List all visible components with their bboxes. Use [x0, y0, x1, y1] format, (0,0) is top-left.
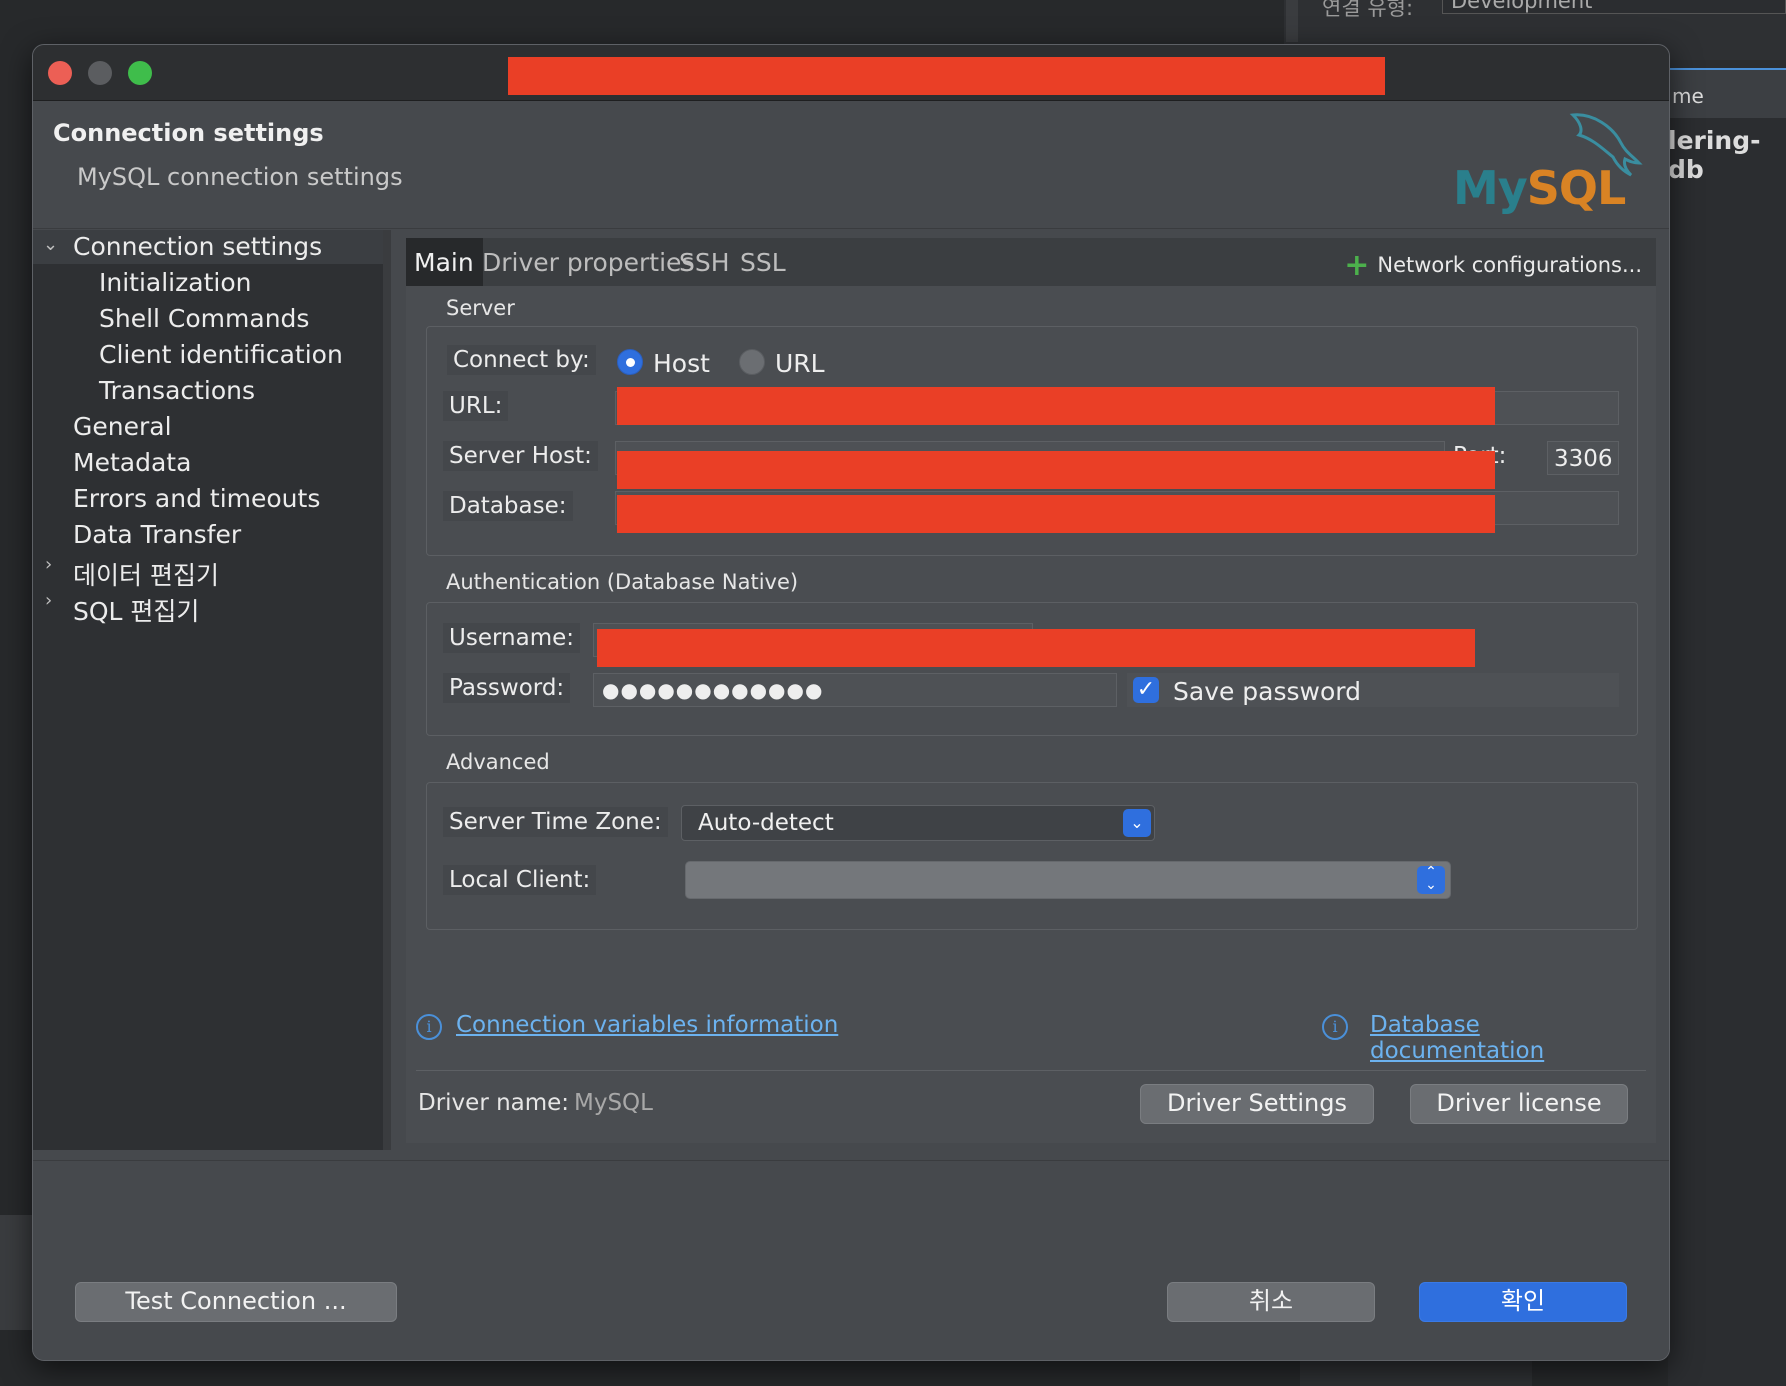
main-panel: Main Driver properties SSH SSL + Network …: [398, 230, 1669, 1150]
background-right-item: lering-db: [1668, 126, 1761, 184]
close-window-button[interactable]: [48, 61, 72, 85]
network-configurations-label: Network configurations...: [1377, 253, 1642, 277]
sidebar-item-connection-settings[interactable]: Connection settings: [73, 232, 322, 261]
sidebar-item-data-editor[interactable]: 데이터 편집기: [73, 556, 219, 592]
database-documentation-link[interactable]: Database documentation: [1370, 1012, 1656, 1064]
tab-driver-properties[interactable]: Driver properties: [482, 248, 694, 277]
ok-button[interactable]: 확인: [1419, 1282, 1627, 1322]
driver-license-button[interactable]: Driver license: [1410, 1084, 1628, 1124]
username-redacted: [597, 629, 1475, 667]
host-radio[interactable]: [617, 349, 643, 375]
main-panel-inner: Main Driver properties SSH SSL + Network …: [406, 238, 1656, 1143]
database-redacted: [617, 495, 1495, 533]
sidebar-item-shell-commands[interactable]: Shell Commands: [99, 304, 309, 333]
cancel-button[interactable]: 취소: [1167, 1282, 1375, 1322]
username-label: Username:: [443, 623, 580, 653]
url-radio[interactable]: [739, 349, 765, 375]
page-title: Connection settings: [53, 119, 324, 147]
tab-bar: Main Driver properties SSH SSL + Network …: [406, 238, 1656, 286]
save-password-label[interactable]: Save password: [1173, 677, 1361, 706]
background-env-label: 연결 유형:: [1322, 0, 1414, 20]
background-left-strip: [0, 1215, 32, 1330]
password-label: Password:: [443, 673, 571, 703]
chevron-down-icon[interactable]: ⌄: [43, 234, 58, 255]
connection-settings-dialog: Connection settings MySQL connection set…: [32, 44, 1670, 1361]
sidebar-item-general[interactable]: General: [73, 412, 172, 441]
local-client-select[interactable]: [685, 861, 1451, 899]
up-down-chevron-icon[interactable]: ⌃ ⌄: [1417, 865, 1445, 894]
connect-by-label: Connect by:: [447, 345, 596, 375]
driver-name-value: MySQL: [574, 1090, 653, 1116]
info-icon: i: [416, 1014, 442, 1040]
sidebar-item-client-identification[interactable]: Client identification: [99, 340, 343, 369]
info-icon: i: [1322, 1014, 1348, 1040]
advanced-section-label: Advanced: [446, 750, 550, 774]
mysql-logo-text: MySQL: [1453, 161, 1626, 215]
sidebar-item-errors-timeouts[interactable]: Errors and timeouts: [73, 484, 320, 513]
server-group: Connect by: Host URL URL: Server Host: P…: [426, 326, 1638, 556]
chevron-down-icon[interactable]: ⌄: [1123, 809, 1151, 837]
chevron-right-icon[interactable]: ›: [45, 590, 52, 611]
auth-group: Username: Password: ●●●●●●●●●●●● ✓ Save …: [426, 602, 1638, 736]
sidebar-item-data-transfer[interactable]: Data Transfer: [73, 520, 241, 549]
advanced-group: Server Time Zone: Auto-detect ⌄ Local Cl…: [426, 782, 1638, 930]
dialog-footer: Test Connection ... 취소 확인: [33, 1160, 1669, 1360]
background-bottom-strip: [1300, 1360, 1532, 1386]
driver-name-label: Driver name:: [418, 1090, 570, 1116]
server-host-label: Server Host:: [443, 441, 598, 471]
settings-sidebar: ⌄ Connection settings Initialization She…: [33, 230, 391, 1150]
sidebar-item-sql-editor[interactable]: SQL 편집기: [73, 592, 199, 628]
driver-settings-button[interactable]: Driver Settings: [1140, 1084, 1374, 1124]
chevron-right-icon[interactable]: ›: [45, 554, 52, 575]
tab-ssl[interactable]: SSL: [740, 248, 786, 277]
window-titlebar: [33, 45, 1669, 101]
divider: [416, 1070, 1646, 1071]
server-host-redacted: [617, 451, 1495, 489]
window-title-redacted: [508, 57, 1385, 95]
timezone-combo[interactable]: Auto-detect: [681, 805, 1155, 841]
local-client-label: Local Client:: [443, 865, 597, 895]
background-divider: [1286, 0, 1298, 42]
port-input[interactable]: 3306: [1547, 441, 1619, 475]
sidebar-item-transactions[interactable]: Transactions: [99, 376, 255, 405]
timezone-label: Server Time Zone:: [443, 807, 668, 837]
url-redacted: [617, 387, 1495, 425]
save-password-checkbox[interactable]: ✓: [1133, 677, 1159, 703]
background-env-field[interactable]: Development: [1442, 0, 1786, 14]
network-configurations-button[interactable]: + Network configurations...: [1344, 248, 1642, 283]
page-subtitle: MySQL connection settings: [77, 163, 403, 191]
host-radio-label[interactable]: Host: [653, 349, 710, 378]
sidebar-item-metadata[interactable]: Metadata: [73, 448, 191, 477]
password-input[interactable]: ●●●●●●●●●●●●: [593, 673, 1117, 707]
maximize-window-button[interactable]: [128, 61, 152, 85]
database-label: Database:: [443, 491, 573, 521]
auth-section-label: Authentication (Database Native): [446, 570, 799, 594]
url-radio-label[interactable]: URL: [775, 349, 825, 378]
background-right-panel: [1668, 60, 1786, 1386]
sidebar-item-initialization[interactable]: Initialization: [99, 268, 251, 297]
connect-by-row: [615, 345, 1619, 379]
test-connection-button[interactable]: Test Connection ...: [75, 1282, 397, 1322]
tab-ssh[interactable]: SSH: [679, 248, 730, 277]
plus-icon: +: [1344, 248, 1370, 283]
dialog-header: Connection settings MySQL connection set…: [33, 101, 1669, 229]
url-label: URL:: [443, 391, 509, 421]
server-section-label: Server: [446, 296, 515, 320]
background-right-tab[interactable]: me: [1668, 68, 1786, 118]
tab-main[interactable]: Main: [406, 238, 483, 286]
connection-variables-link[interactable]: Connection variables information: [456, 1012, 838, 1038]
minimize-window-button[interactable]: [88, 61, 112, 85]
